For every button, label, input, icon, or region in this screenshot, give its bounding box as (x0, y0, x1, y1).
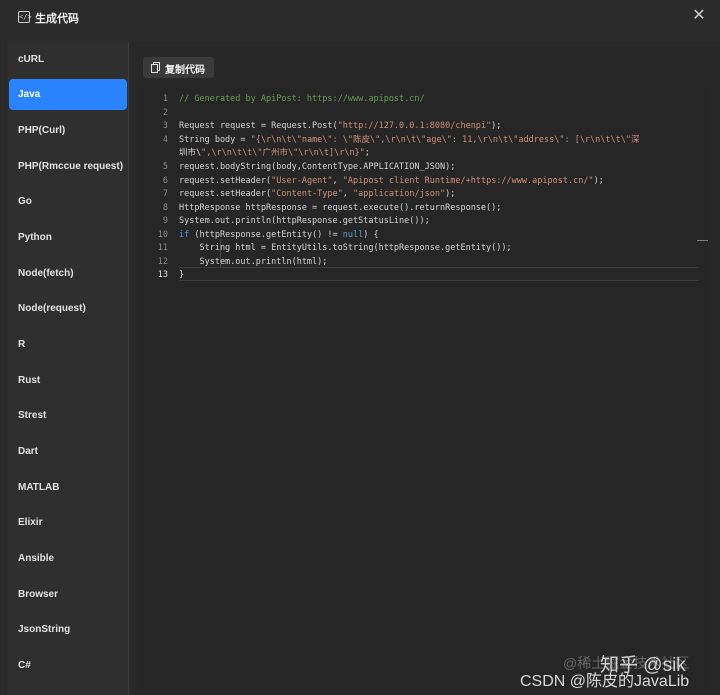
sidebar-item-curl[interactable]: cURL (9, 44, 127, 75)
copy-code-button[interactable]: 复制代码 (143, 57, 214, 78)
line-number: 3 (162, 121, 168, 131)
language-sidebar: cURL Java PHP(Curl) PHP(Rmccue request) … (7, 42, 129, 695)
code-editor[interactable]: 1 2 3 4 5 6 7 8 9 10 11 12 13 // Generat… (140, 88, 708, 688)
sidebar-item-python[interactable]: Python (9, 222, 127, 253)
line-number: 4 (162, 135, 168, 145)
copy-code-label: 复制代码 (165, 65, 205, 76)
line-number: 12 (157, 257, 168, 267)
line-number-current: 13 (157, 270, 168, 280)
code-line: if (httpResponse.getEntity() != null) { (179, 230, 379, 240)
line-number: 7 (162, 189, 168, 199)
copy-icon (151, 62, 160, 73)
line-number: 5 (162, 162, 168, 172)
line-number: 6 (162, 176, 168, 186)
code-line: String body = "{\r\n\t\"name\": \"陈皮\",\… (179, 135, 640, 145)
line-number: 2 (162, 108, 168, 118)
code-line: String html = EntityUtils.toString(httpR… (179, 243, 512, 253)
line-number: 11 (157, 243, 168, 253)
sidebar-item-ansible[interactable]: Ansible (9, 543, 127, 574)
sidebar-item-r[interactable]: R (9, 329, 127, 360)
code-line: request.bodyString(body,ContentType.APPL… (179, 162, 456, 172)
code-line: Request request = Request.Post("http://1… (179, 121, 502, 131)
sidebar-item-browser[interactable]: Browser (9, 579, 127, 610)
code-panel: 复制代码 1 2 3 4 5 6 7 8 9 10 11 12 13 // Ge… (130, 42, 720, 695)
dialog-title: 生成代码 (35, 13, 79, 25)
close-icon[interactable]: ✕ (689, 6, 709, 26)
code-line: } (179, 270, 185, 280)
sidebar-item-node-request[interactable]: Node(request) (9, 293, 127, 324)
sidebar-item-java[interactable]: Java (9, 79, 127, 110)
sidebar-item-node-fetch[interactable]: Node(fetch) (9, 258, 127, 289)
code-line: System.out.println(httpResponse.getStatu… (179, 216, 430, 226)
line-number: 9 (162, 216, 168, 226)
dialog-header: </> 生成代码 ✕ (0, 0, 720, 36)
line-number: 1 (162, 94, 168, 104)
code-line: System.out.println(html); (179, 257, 328, 267)
code-icon: </> (18, 11, 32, 23)
current-line-highlight (179, 267, 699, 281)
sidebar-item-rust[interactable]: Rust (9, 365, 127, 396)
sidebar-item-jsonstring[interactable]: JsonString (9, 614, 127, 645)
line-number: 10 (157, 230, 168, 240)
sidebar-item-csharp[interactable]: C# (9, 650, 127, 681)
sidebar-item-strest[interactable]: Strest (9, 400, 127, 431)
code-content[interactable]: // Generated by ApiPost: https://www.api… (179, 88, 699, 688)
code-line: 圳市\",\r\n\t\t\"广州市\"\r\n\t]\r\n}"; (179, 148, 370, 158)
code-line: HttpResponse httpResponse = request.exec… (179, 203, 502, 213)
line-number-gutter: 1 2 3 4 5 6 7 8 9 10 11 12 13 (140, 88, 174, 688)
line-number: 8 (162, 203, 168, 213)
sidebar-item-php-rmccue[interactable]: PHP(Rmccue request) (9, 151, 127, 182)
code-line: // Generated by ApiPost: https://www.api… (179, 94, 425, 104)
sidebar-item-matlab[interactable]: MATLAB (9, 472, 127, 503)
code-line: request.setHeader("User-Agent", "Apipost… (179, 176, 604, 186)
sidebar-item-dart[interactable]: Dart (9, 436, 127, 467)
scrollbar-marker[interactable] (697, 240, 708, 241)
sidebar-item-php-curl[interactable]: PHP(Curl) (9, 115, 127, 146)
sidebar-item-go[interactable]: Go (9, 186, 127, 217)
line-number (140, 146, 168, 160)
csdn-watermark: CSDN @陈皮的JavaLib (520, 673, 690, 690)
code-line: request.setHeader("Content-Type", "appli… (179, 189, 456, 199)
sidebar-item-elixir[interactable]: Elixir (9, 507, 127, 538)
